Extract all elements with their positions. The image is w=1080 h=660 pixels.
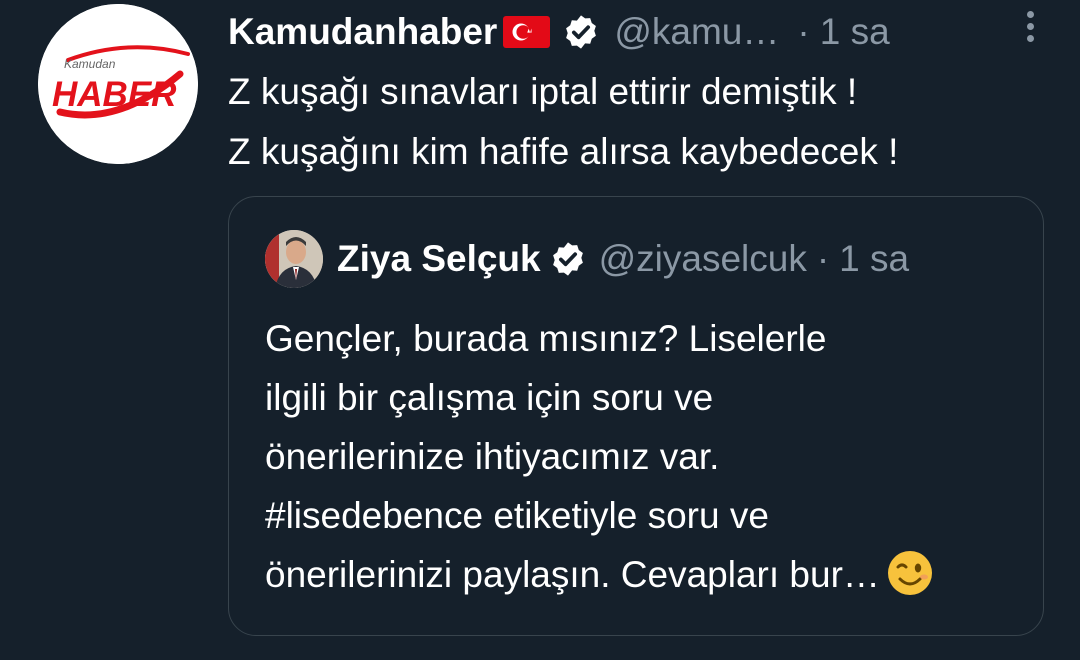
- author-name[interactable]: Kamudanhaber: [228, 11, 497, 53]
- author-avatar[interactable]: Kamudan HABER: [38, 4, 198, 164]
- quoted-author-handle[interactable]: @ziyaselcuk: [599, 238, 807, 280]
- logo-top-text: Kamudan: [64, 57, 116, 71]
- separator-dot: ·: [797, 11, 810, 52]
- tweet-body: Z kuşağı sınavları iptal ettirir demişti…: [228, 62, 1058, 182]
- quoted-text-line: önerilerinizi paylaşın. Cevapları bur…: [265, 554, 880, 595]
- tweet-timestamp[interactable]: 1 sa: [820, 11, 890, 53]
- separator-dot: ·: [816, 238, 830, 279]
- verified-badge-icon: [566, 15, 597, 49]
- hashtag-text[interactable]: #lisedebence etiketiyle soru ve: [265, 495, 769, 536]
- quoted-tweet-timestamp[interactable]: 1 sa: [839, 238, 909, 280]
- quoted-tweet-body: Gençler, burada mısınız? Liselerle ilgil…: [265, 309, 1025, 604]
- tweet-text-line: Z kuşağını kim hafife alırsa kaybedecek …: [228, 131, 899, 172]
- quoted-author-name[interactable]: Ziya Selçuk: [337, 238, 541, 280]
- quoted-tweet-header: Ziya Selçuk @ziyaselcuk · 1 sa: [265, 230, 909, 288]
- verified-badge-icon: [552, 242, 583, 276]
- person-avatar-icon: [265, 230, 323, 288]
- quoted-text-line: Gençler, burada mısınız? Liselerle: [265, 318, 827, 359]
- tweet-header: Kamudanhaber @kamu… · 1 sa: [228, 8, 1048, 56]
- quoted-text-line-last: önerilerinizi paylaşın. Cevapları bur…: [265, 545, 1025, 604]
- quoted-text-line: önerilerinize ihtiyacımız var.: [265, 436, 720, 477]
- kamudanhaber-logo-icon: Kamudan HABER: [38, 4, 198, 164]
- turkey-flag-icon: [503, 16, 551, 48]
- quoted-text-line: #lisedebence etiketiyle soru ve: [265, 486, 1025, 545]
- winking-face-icon: [887, 551, 932, 595]
- quoted-text-line: ilgili bir çalışma için soru ve: [265, 377, 714, 418]
- quoted-tweet-card[interactable]: Ziya Selçuk @ziyaselcuk · 1 sa Gençler, …: [228, 196, 1044, 636]
- logo-main-text: HABER: [52, 75, 177, 114]
- quoted-author-avatar[interactable]: [265, 230, 323, 288]
- author-handle[interactable]: @kamu…: [614, 11, 779, 53]
- tweet-text-line: Z kuşağı sınavları iptal ettirir demişti…: [228, 71, 858, 112]
- more-options-icon[interactable]: [1018, 6, 1042, 46]
